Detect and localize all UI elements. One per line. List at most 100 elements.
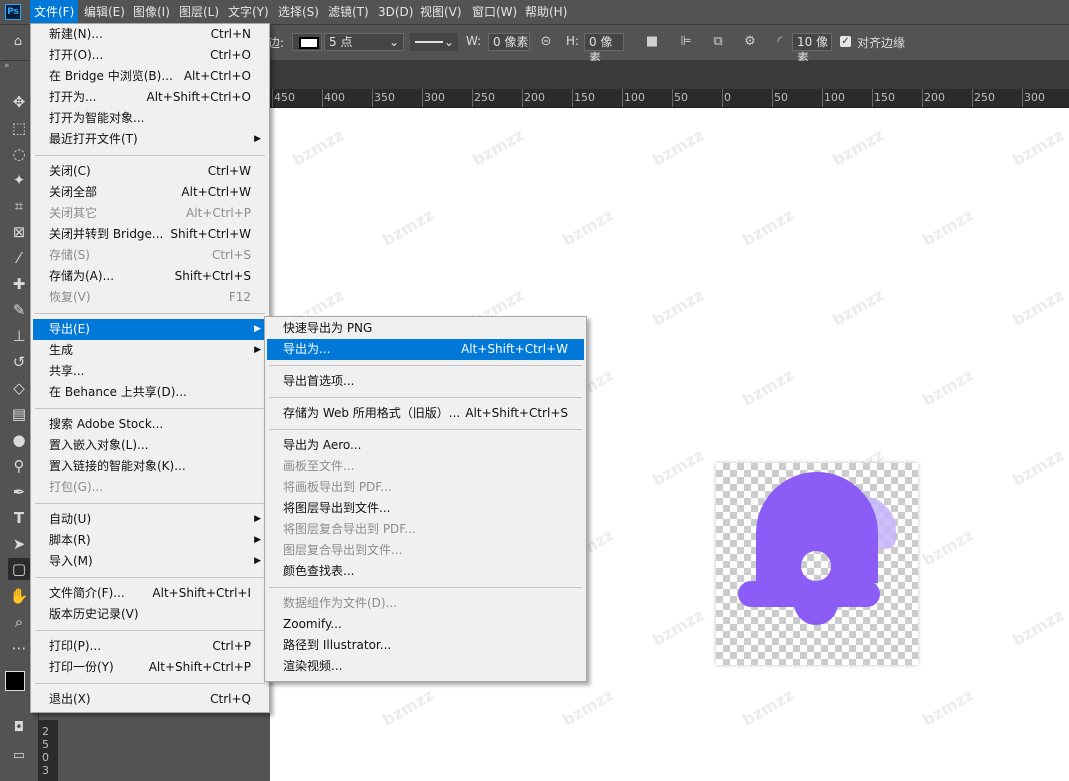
magic-wand-tool-icon[interactable]: ✦	[8, 169, 30, 191]
file-menu-item[interactable]: 文件简介(F)... Alt+Shift+Ctrl+I	[33, 583, 267, 604]
export-menu-item[interactable]: 导出为 Aero...	[267, 435, 584, 456]
file-menu-item[interactable]: 最近打开文件(T) ▶	[33, 129, 267, 150]
clone-stamp-tool-icon[interactable]: ⊥	[8, 325, 30, 347]
file-menu-item[interactable]: 关闭其它 Alt+Ctrl+P	[33, 203, 267, 224]
marquee-tool-icon[interactable]: ⬚	[8, 117, 30, 139]
crop-tool-icon[interactable]: ⌗	[8, 195, 30, 217]
file-menu-item-label: 置入链接的智能对象(K)...	[49, 459, 186, 473]
file-menu-item[interactable]: 恢复(V) F12	[33, 287, 267, 308]
path-alignment-icon[interactable]: ⊫	[678, 34, 694, 50]
menubar-item-9[interactable]: 窗口(W)	[468, 0, 521, 24]
gradient-tool-icon[interactable]: ▤	[8, 403, 30, 425]
file-menu-item[interactable]: 版本历史记录(V)	[33, 604, 267, 625]
height-field[interactable]: 0 像素	[584, 33, 624, 65]
brush-tool-icon[interactable]: ✎	[8, 299, 30, 321]
menubar-item-5[interactable]: 选择(S)	[274, 0, 323, 24]
menubar-item-8[interactable]: 视图(V)	[416, 0, 466, 24]
type-tool-icon[interactable]: T	[8, 507, 30, 529]
file-menu-item[interactable]: 打开为智能对象...	[33, 108, 267, 129]
stroke-color-swatch[interactable]	[292, 33, 322, 51]
vertical-ruler-tick-label: 3	[42, 764, 49, 777]
screen-mode-icon[interactable]: ▭	[8, 745, 30, 767]
export-menu-item[interactable]: 画板至文件...	[267, 456, 584, 477]
export-menu-item[interactable]: 颜色查找表...	[267, 561, 584, 582]
export-menu-item[interactable]: 导出为... Alt+Shift+Ctrl+W	[267, 339, 584, 360]
file-menu-item[interactable]: 关闭(C) Ctrl+W	[33, 161, 267, 182]
export-menu-item[interactable]: 将画板导出到 PDF...	[267, 477, 584, 498]
file-menu-item[interactable]: 置入链接的智能对象(K)...	[33, 456, 267, 477]
quick-mask-icon[interactable]: ◘	[8, 717, 30, 739]
file-menu-item[interactable]: 退出(X) Ctrl+Q	[33, 689, 267, 710]
menubar-item-0[interactable]: 文件(F)	[30, 0, 79, 24]
zoom-tool-icon[interactable]: ⌕	[8, 611, 30, 633]
export-menu-item[interactable]: 将图层导出到文件...	[267, 498, 584, 519]
file-menu-item[interactable]: 打包(G)...	[33, 477, 267, 498]
export-menu-item[interactable]: 存储为 Web 所用格式（旧版）... Alt+Shift+Ctrl+S	[267, 403, 584, 424]
export-menu-item-shortcut: Alt+Shift+Ctrl+S	[465, 406, 568, 420]
frame-tool-icon[interactable]: ⊠	[8, 221, 30, 243]
gear-icon[interactable]: ⚙	[742, 34, 758, 50]
dodge-tool-icon[interactable]: ⚲	[8, 455, 30, 477]
file-menu-item[interactable]: 关闭并转到 Bridge... Shift+Ctrl+W	[33, 224, 267, 245]
menubar-item-6[interactable]: 滤镜(T)	[324, 0, 373, 24]
file-menu-item[interactable]: 存储为(A)... Shift+Ctrl+S	[33, 266, 267, 287]
corner-radius-field[interactable]: 10 像素	[792, 33, 832, 65]
path-arrangement-icon[interactable]: ⧉	[710, 34, 726, 50]
stroke-type-select[interactable]: ⌄	[410, 33, 458, 51]
file-menu-item[interactable]: 打印(P)... Ctrl+P	[33, 636, 267, 657]
file-menu-item[interactable]: 搜索 Adobe Stock...	[33, 414, 267, 435]
path-operations-icon[interactable]: ■	[644, 34, 660, 50]
export-menu-item[interactable]: 快速导出为 PNG	[267, 318, 584, 339]
file-menu-item[interactable]: 打印一份(Y) Alt+Shift+Ctrl+P	[33, 657, 267, 678]
menubar-item-10[interactable]: 帮助(H)	[521, 0, 571, 24]
file-menu-item[interactable]: 在 Bridge 中浏览(B)... Alt+Ctrl+O	[33, 66, 267, 87]
pen-tool-icon[interactable]: ✒	[8, 481, 30, 503]
file-menu-item[interactable]: 新建(N)... Ctrl+N	[33, 24, 267, 45]
file-menu-item[interactable]: 导出(E) ▶	[33, 319, 267, 340]
export-menu-item[interactable]: 将图层复合导出到 PDF...	[267, 519, 584, 540]
rounded-rectangle-tool-icon[interactable]: ▢	[8, 558, 30, 580]
eyedropper-tool-icon[interactable]: ⁄	[8, 247, 30, 269]
file-menu-item[interactable]: 共享...	[33, 361, 267, 382]
history-brush-tool-icon[interactable]: ↺	[8, 351, 30, 373]
export-menu-item[interactable]: 导出首选项...	[267, 371, 584, 392]
export-menu-item[interactable]: 路径到 Illustrator...	[267, 635, 584, 656]
collapse-panel-icon[interactable]: »	[4, 61, 10, 71]
move-tool-icon[interactable]: ✥	[8, 91, 30, 113]
artboard[interactable]	[716, 463, 918, 665]
home-icon[interactable]: ⌂	[10, 34, 26, 50]
menubar-item-4[interactable]: 文字(Y)	[224, 0, 273, 24]
menubar-item-1[interactable]: 编辑(E)	[80, 0, 129, 24]
menubar-item-2[interactable]: 图像(I)	[129, 0, 174, 24]
file-menu-item[interactable]: 在 Behance 上共享(D)...	[33, 382, 267, 403]
path-selection-tool-icon[interactable]: ➤	[8, 533, 30, 555]
file-menu-item[interactable]: 生成 ▶	[33, 340, 267, 361]
file-menu-item[interactable]: 存储(S) Ctrl+S	[33, 245, 267, 266]
file-menu-item[interactable]: 导入(M) ▶	[33, 551, 267, 572]
hand-tool-icon[interactable]: ✋	[8, 585, 30, 607]
file-menu-item[interactable]: 自动(U) ▶	[33, 509, 267, 530]
eraser-tool-icon[interactable]: ◇	[8, 377, 30, 399]
file-menu-item[interactable]: 置入嵌入对象(L)...	[33, 435, 267, 456]
file-menu-item[interactable]: 打开(O)... Ctrl+O	[33, 45, 267, 66]
menubar-item-3[interactable]: 图层(L)	[175, 0, 223, 24]
export-menu-item[interactable]: 渲染视频...	[267, 656, 584, 677]
more-tools-icon[interactable]: ⋯	[8, 637, 30, 659]
export-menu-item[interactable]: 图层复合导出到文件...	[267, 540, 584, 561]
align-edges-checkbox[interactable]: ✓	[840, 36, 851, 47]
chevron-down-icon: ⌄	[388, 35, 399, 49]
width-field[interactable]: 0 像素	[488, 33, 530, 51]
file-menu-item[interactable]: 脚本(R) ▶	[33, 530, 267, 551]
stroke-width-field[interactable]: 5 点 ⌄	[324, 33, 404, 51]
file-menu-item[interactable]: 关闭全部 Alt+Ctrl+W	[33, 182, 267, 203]
submenu-arrow-icon: ▶	[254, 556, 261, 566]
export-menu-item[interactable]: Zoomify...	[267, 614, 584, 635]
blur-tool-icon[interactable]: ●	[8, 429, 30, 451]
healing-brush-tool-icon[interactable]: ✚	[8, 273, 30, 295]
menubar-item-7[interactable]: 3D(D)	[374, 0, 417, 24]
lasso-tool-icon[interactable]: ◌	[8, 143, 30, 165]
file-menu-item[interactable]: 打开为... Alt+Shift+Ctrl+O	[33, 87, 267, 108]
link-icon[interactable]: ⊝	[538, 34, 554, 50]
foreground-color-swatch[interactable]	[5, 671, 25, 691]
export-menu-item[interactable]: 数据组作为文件(D)...	[267, 593, 584, 614]
